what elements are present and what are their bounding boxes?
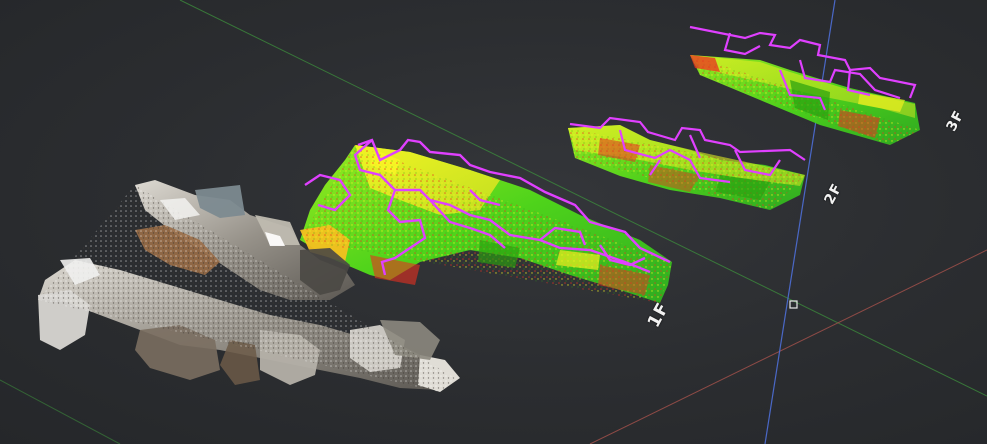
3d-viewport[interactable]: 1F 2F 3F	[0, 0, 987, 444]
floor-3f-pointcloud[interactable]	[690, 55, 920, 145]
floor-2f-pointcloud[interactable]	[568, 125, 805, 210]
scene-canvas	[0, 0, 987, 444]
